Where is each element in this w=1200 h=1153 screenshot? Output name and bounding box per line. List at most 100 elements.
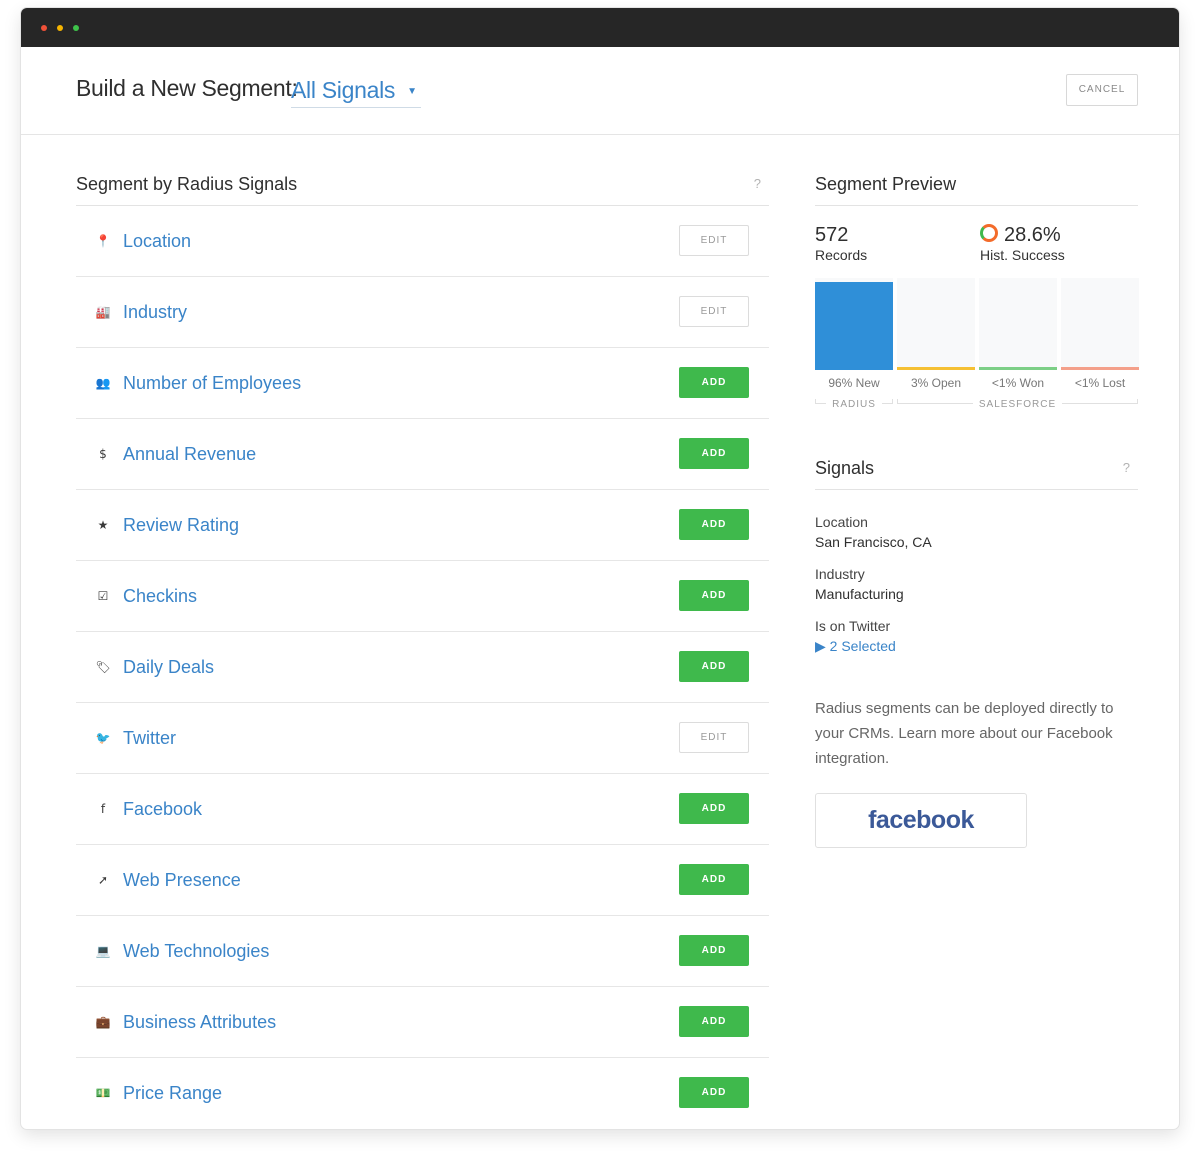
records-stat: 572 Records: [815, 224, 867, 264]
records-label: Records: [815, 247, 868, 263]
close-window-dot[interactable]: [41, 25, 47, 31]
signal-label[interactable]: Annual Revenue: [123, 441, 256, 467]
signal-row: $ Annual Revenue ADD: [76, 419, 769, 490]
status-bar-column: [1061, 278, 1139, 370]
signal-row: 💻 Web Technologies ADD: [76, 916, 769, 987]
dollar-coin-icon: $: [99, 447, 107, 461]
signal-industry-key: Industry: [815, 566, 865, 582]
signals-help-icon[interactable]: ?: [1123, 452, 1130, 484]
status-bar-chart: [815, 278, 1139, 370]
radius-group-label: RADIUS: [826, 396, 882, 414]
add-button[interactable]: ADD: [679, 793, 749, 824]
signal-row: ★ Review Rating ADD: [76, 490, 769, 561]
radius-group: RADIUS: [815, 394, 893, 414]
add-button[interactable]: ADD: [679, 367, 749, 398]
status-bar-column: [815, 278, 893, 370]
twitter-icon: 🐦: [95, 731, 111, 745]
signal-row: ➚ Web Presence ADD: [76, 845, 769, 916]
status-bar-column: [979, 278, 1057, 370]
star-icon: ★: [97, 518, 109, 532]
success-label: Hist. Success: [980, 247, 1065, 263]
facebook-integration-button[interactable]: facebook: [815, 793, 1027, 848]
signal-label[interactable]: Number of Employees: [123, 370, 301, 396]
window-titlebar: [21, 8, 1179, 47]
add-button[interactable]: ADD: [679, 438, 749, 469]
success-stat: 28.6% Hist. Success: [980, 224, 1065, 264]
segment-type-value: All Signals: [291, 76, 396, 103]
caret-down-icon: ▼: [407, 85, 417, 97]
preview-panel: Segment Preview 572 Records 28.6% Hist. …: [815, 168, 1139, 848]
signal-row: 📍 Location EDIT: [76, 206, 769, 277]
signal-row: 🐦 Twitter EDIT: [76, 703, 769, 774]
edit-button[interactable]: EDIT: [679, 225, 749, 256]
signal-row: 👥 Number of Employees ADD: [76, 348, 769, 419]
help-icon[interactable]: ?: [754, 168, 761, 200]
facebook-integration-note: Radius segments can be deployed directly…: [815, 700, 1114, 767]
maximize-window-dot[interactable]: [73, 25, 79, 31]
people-icon: 👥: [95, 376, 111, 390]
signals-panel: Segment by Radius Signals ? 📍 Location EDI…: [76, 168, 769, 1128]
signals-summary-header: Signals ?: [815, 452, 1138, 490]
salesforce-group: SALESFORCE: [897, 394, 1138, 414]
edit-button[interactable]: EDIT: [679, 722, 749, 753]
signal-row: 🏷 Daily Deals ADD: [76, 632, 769, 703]
signal-twitter-key: Is on Twitter: [815, 618, 891, 634]
signal-label[interactable]: Web Presence: [123, 867, 241, 893]
signals-summary-title: Signals: [815, 458, 875, 478]
laptop-icon: 💻: [95, 944, 111, 958]
status-bar-labels: 96% New 3% Open <1% Won <1% Lost: [815, 370, 1138, 394]
signals-panel-title: Segment by Radius Signals: [76, 174, 298, 194]
add-button[interactable]: ADD: [679, 1077, 749, 1108]
signal-row: ☑ Checkins ADD: [76, 561, 769, 632]
signal-row: 🏭 Industry EDIT: [76, 277, 769, 348]
minimize-window-dot[interactable]: [57, 25, 63, 31]
signal-industry-value: Manufacturing: [815, 586, 904, 602]
briefcase-icon: 💼: [95, 1015, 111, 1029]
signal-label[interactable]: Price Range: [123, 1080, 222, 1106]
signal-label[interactable]: Daily Deals: [123, 654, 214, 680]
map-pin-icon: 📍: [95, 234, 111, 248]
preview-stats: 572 Records 28.6% Hist. Success: [815, 206, 1138, 278]
status-bar: [815, 282, 893, 370]
signal-label[interactable]: Checkins: [123, 583, 197, 609]
signal-industry-summary: Industry Manufacturing: [815, 564, 1138, 604]
add-button[interactable]: ADD: [679, 651, 749, 682]
signals-panel-header: Segment by Radius Signals ?: [76, 168, 769, 206]
money-icon: 💵: [95, 1086, 111, 1100]
signal-label[interactable]: Web Technologies: [123, 938, 269, 964]
status-bar-label: <1% Won: [991, 376, 1045, 390]
add-button[interactable]: ADD: [679, 935, 749, 966]
segment-type-dropdown[interactable]: All Signals ▼: [291, 73, 421, 108]
signal-row: 💼 Business Attributes ADD: [76, 987, 769, 1058]
app-window: Build a New Segment: All Signals ▼ CANCE…: [21, 8, 1179, 1129]
signal-label[interactable]: Facebook: [123, 796, 202, 822]
signal-label[interactable]: Industry: [123, 299, 187, 325]
cursor-icon: ➚: [97, 873, 109, 887]
success-value: 28.6%: [1004, 224, 1061, 246]
checklist-icon: ☑: [97, 589, 109, 603]
signal-label[interactable]: Twitter: [123, 725, 176, 751]
signal-label[interactable]: Review Rating: [123, 512, 239, 538]
status-bar-column: [897, 278, 975, 370]
edit-button[interactable]: EDIT: [679, 296, 749, 327]
preview-header: Segment Preview: [815, 168, 1138, 206]
cancel-button[interactable]: CANCEL: [1066, 74, 1138, 106]
signal-row: f Facebook ADD: [76, 774, 769, 845]
salesforce-group-label: SALESFORCE: [972, 396, 1063, 414]
twitter-selected-toggle[interactable]: ▶ 2 Selected: [815, 636, 1138, 656]
signal-location-key: Location: [815, 514, 868, 530]
donut-ring-icon: [980, 224, 998, 242]
status-bar-label: <1% Lost: [1074, 376, 1126, 390]
signal-location-summary: Location San Francisco, CA: [815, 512, 1138, 552]
add-button[interactable]: ADD: [679, 1006, 749, 1037]
add-button[interactable]: ADD: [679, 580, 749, 611]
records-value: 572: [815, 224, 849, 246]
signal-list: 📍 Location EDIT 🏭 Industry EDIT 👥 Number of Emp…: [76, 206, 769, 1128]
add-button[interactable]: ADD: [679, 864, 749, 895]
page-title: Build a New Segment:: [76, 75, 298, 101]
add-button[interactable]: ADD: [679, 509, 749, 540]
status-bar-label: 3% Open: [910, 376, 962, 390]
signal-label[interactable]: Business Attributes: [123, 1009, 276, 1035]
signal-label[interactable]: Location: [123, 228, 191, 254]
signal-twitter-summary: Is on Twitter ▶ 2 Selected: [815, 616, 1138, 656]
